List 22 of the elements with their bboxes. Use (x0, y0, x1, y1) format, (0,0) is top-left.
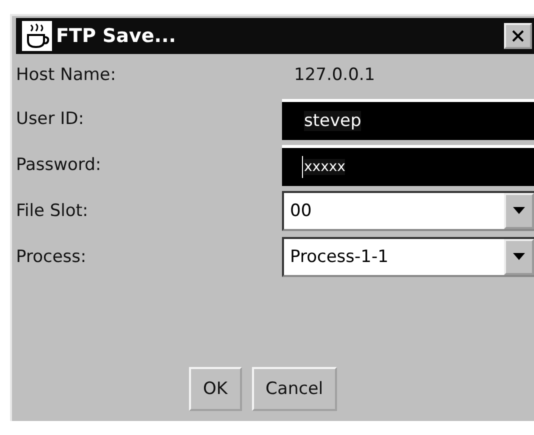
field-value: stevep (304, 110, 362, 130)
dropdown[interactable]: Process-1-1 (282, 237, 534, 277)
caret-icon (513, 253, 525, 261)
dialog-button[interactable]: Cancel (252, 367, 338, 411)
close-button[interactable] (504, 23, 532, 49)
caret-icon (513, 207, 525, 215)
input-field[interactable]: xxxxx (282, 144, 534, 186)
field-label: User ID: (16, 109, 85, 129)
dialog-button[interactable]: OK (189, 367, 242, 411)
dropdown-arrow-button[interactable] (504, 193, 534, 229)
window-title: FTP Save... (56, 25, 177, 47)
dropdown[interactable]: 00 (282, 191, 534, 231)
field-label: Host Name: (16, 65, 117, 85)
host-value: 127.0.0.1 (293, 65, 376, 85)
field-label: Password: (16, 155, 102, 175)
dropdown-arrow-button[interactable] (504, 239, 534, 275)
field-label: Process: (16, 247, 88, 267)
field-value: xxxxx (304, 158, 346, 174)
input-field[interactable]: stevep (282, 98, 534, 140)
field-label: File Slot: (16, 201, 90, 221)
coffee-cup-icon (22, 21, 52, 51)
close-icon (511, 29, 525, 43)
